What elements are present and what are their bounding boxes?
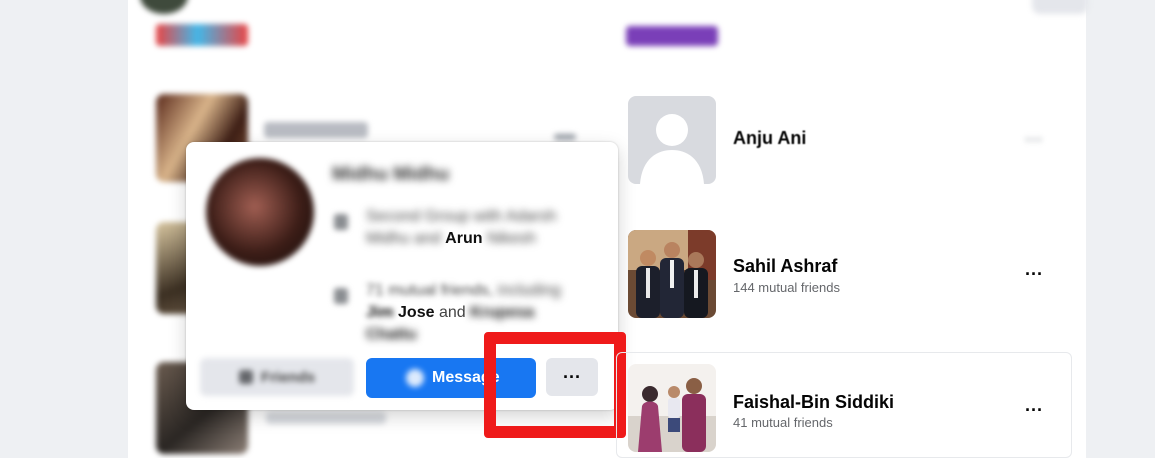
friend-photo-anju-ani[interactable]	[628, 96, 716, 184]
section-tab-right[interactable]	[626, 26, 718, 46]
friend-name[interactable]: Sahil Ashraf	[733, 256, 837, 277]
messenger-icon	[406, 369, 424, 387]
hover-card-avatar[interactable]	[206, 158, 314, 266]
message-button[interactable]: Message	[366, 358, 536, 398]
friends-button[interactable]: Friends	[200, 358, 354, 396]
group-photo	[628, 230, 716, 318]
friend-photo-faishal-bin-siddiki[interactable]	[628, 364, 716, 452]
more-options-icon[interactable]: ···	[1018, 398, 1050, 422]
more-options-icon[interactable]: ···	[1018, 262, 1050, 286]
hover-card-mutual-info: 71 mutual friends, including Jim Jose an…	[366, 282, 561, 343]
default-avatar-icon	[628, 96, 716, 184]
friend-photo-sahil-ashraf[interactable]	[628, 230, 716, 318]
mutual-friends-count[interactable]: 144 mutual friends	[733, 280, 840, 295]
more-options-icon[interactable]: ···	[1018, 128, 1050, 152]
more-options-icon[interactable]	[554, 134, 576, 140]
section-tab-left[interactable]	[156, 24, 248, 46]
friend-name-blurred	[266, 412, 386, 424]
hover-card-name[interactable]: Midhu Midhu	[332, 164, 449, 186]
friend-name[interactable]: Anju Ani	[733, 128, 806, 149]
profile-hover-card: Midhu Midhu Second Group with Adarsh Mid…	[186, 142, 618, 410]
friend-name-blurred	[264, 122, 368, 138]
family-photo	[628, 364, 716, 452]
more-options-button[interactable]: ···	[546, 358, 598, 396]
hover-card-group-info: Second Group with Adarsh Midhu and Arun …	[366, 208, 557, 247]
top-right-button[interactable]	[1032, 0, 1088, 14]
friends-icon	[334, 288, 348, 304]
group-icon	[334, 214, 348, 230]
friend-name[interactable]: Faishal-Bin Siddiki	[733, 392, 894, 413]
friends-icon	[238, 370, 253, 384]
mutual-friends-count[interactable]: 41 mutual friends	[733, 415, 833, 430]
